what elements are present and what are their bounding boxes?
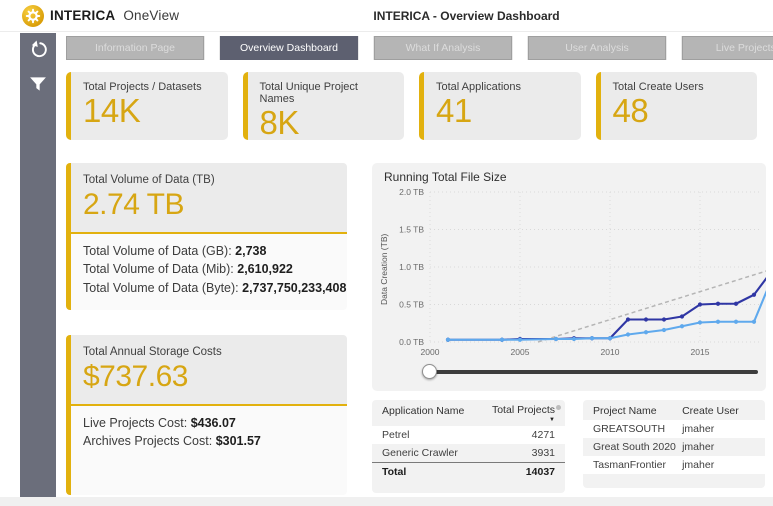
- undo-arrow-icon: [28, 40, 49, 61]
- volume-detail-mib: Total Volume of Data (Mib): 2,610,922: [83, 260, 335, 279]
- kpi-value: 8K: [260, 105, 393, 140]
- cell-total-projects: 4271: [481, 429, 555, 441]
- table-row[interactable]: GREATSOUTH jmaher: [583, 420, 765, 438]
- kpi-total-create-users: Total Create Users 48: [596, 72, 758, 140]
- applications-table: Application Name Total Projects ▼ Petrel…: [372, 400, 565, 493]
- brand-name: INTERICA: [50, 8, 115, 23]
- tab-live-projects[interactable]: Live Projects D: [682, 36, 773, 60]
- cell-create-user: jmaher: [682, 441, 755, 453]
- costs-value: $737.63: [83, 358, 335, 396]
- kpi-total-unique-project-names: Total Unique Project Names 8K: [243, 72, 405, 140]
- kpi-row: Total Projects / Datasets 14K Total Uniq…: [66, 72, 757, 140]
- svg-text:2000: 2000: [421, 347, 440, 357]
- cell-create-user: jmaher: [682, 423, 755, 435]
- sidebar: [20, 33, 56, 497]
- projects-table-header: Project Name Create User: [583, 400, 765, 420]
- costs-panel-top: Total Annual Storage Costs $737.63: [71, 335, 347, 404]
- detail-label: Live Projects Cost:: [83, 416, 187, 430]
- svg-text:1.5 TB: 1.5 TB: [399, 225, 424, 235]
- sort-descending-icon: ▼: [549, 417, 555, 424]
- kpi-value: 14K: [83, 93, 216, 129]
- detail-value: 2,737,750,233,408: [242, 281, 346, 295]
- cell-project-name: GREATSOUTH: [593, 423, 682, 435]
- kpi-value: 48: [613, 93, 746, 129]
- gear-icon: [22, 5, 44, 27]
- app-header: INTERICA OneView INTERICA - Overview Das…: [0, 0, 773, 32]
- column-header-create-user[interactable]: Create User: [682, 405, 755, 417]
- detail-value: 2,610,922: [237, 262, 293, 276]
- svg-text:2010: 2010: [601, 347, 620, 357]
- volume-detail-gb: Total Volume of Data (GB): 2,738: [83, 242, 335, 261]
- cell-total-value: 14037: [481, 466, 555, 478]
- column-header-project-name[interactable]: Project Name: [593, 405, 682, 417]
- column-header-application-name[interactable]: Application Name: [382, 405, 481, 423]
- svg-text:2005: 2005: [511, 347, 530, 357]
- costs-detail-archives: Archives Projects Cost: $301.57: [83, 432, 335, 451]
- detail-label: Total Volume of Data (Byte):: [83, 281, 239, 295]
- cell-total-projects: 3931: [481, 447, 555, 459]
- tab-information-page[interactable]: Information Page: [66, 36, 204, 60]
- table-row[interactable]: Petrel 4271: [372, 426, 565, 444]
- time-range-slider-handle[interactable]: [422, 364, 437, 379]
- detail-label: Total Volume of Data (Mib):: [83, 262, 234, 276]
- running-total-chart-card: Running Total File Size 0.0 TB0.5 TB1.0 …: [372, 163, 766, 391]
- funnel-icon: [28, 74, 48, 94]
- gear-icon-glyph: [23, 6, 43, 26]
- cell-project-name: TasmanFrontier: [593, 459, 682, 471]
- projects-table: Project Name Create User GREATSOUTH jmah…: [583, 400, 765, 488]
- time-range-slider-track[interactable]: [430, 370, 758, 374]
- page-title: INTERICA - Overview Dashboard: [160, 0, 773, 32]
- svg-text:1.0 TB: 1.0 TB: [399, 262, 424, 272]
- detail-label: Archives Projects Cost:: [83, 434, 212, 448]
- svg-text:Data Creation (TB): Data Creation (TB): [379, 234, 389, 305]
- kpi-total-applications: Total Applications 41: [419, 72, 581, 140]
- volume-panel-details: Total Volume of Data (GB): 2,738 Total V…: [71, 234, 347, 311]
- costs-label: Total Annual Storage Costs: [83, 346, 335, 358]
- svg-text:2015: 2015: [691, 347, 710, 357]
- tab-what-if-analysis[interactable]: What If Analysis: [374, 36, 512, 60]
- canvas-bottom-strip: [0, 497, 773, 506]
- detail-label: Total Volume of Data (GB):: [83, 244, 232, 258]
- running-total-line-chart: 0.0 TB 0.5 TB 1.0 TB 1.5 TB 2.0 TB 2000 2005 20…: [372, 163, 766, 361]
- column-header-label: Total Projects: [492, 405, 555, 417]
- volume-label: Total Volume of Data (TB): [83, 174, 335, 186]
- cell-total-label: Total: [382, 466, 481, 478]
- tab-overview-dashboard[interactable]: Overview Dashboard: [220, 36, 358, 60]
- table-row[interactable]: Great South 2020 jmaher: [583, 438, 765, 456]
- volume-panel-top: Total Volume of Data (TB) 2.74 TB: [71, 163, 347, 232]
- column-header-total-projects[interactable]: Total Projects ▼: [481, 405, 555, 423]
- back-button[interactable]: [20, 33, 56, 67]
- volume-detail-byte: Total Volume of Data (Byte): 2,737,750,2…: [83, 279, 335, 298]
- nav-tabs: Information Page Overview Dashboard What…: [66, 36, 773, 60]
- storage-costs-panel: Total Annual Storage Costs $737.63 Live …: [66, 335, 347, 495]
- scrollbar-dot[interactable]: [556, 405, 561, 410]
- cell-application-name: Generic Crawler: [382, 447, 481, 459]
- cell-create-user: jmaher: [682, 459, 755, 471]
- costs-panel-details: Live Projects Cost: $436.07 Archives Pro…: [71, 406, 347, 496]
- detail-value: 2,738: [235, 244, 266, 258]
- table-total-row: Total 14037: [372, 462, 565, 481]
- detail-value: $301.57: [216, 434, 261, 448]
- svg-text:2.0 TB: 2.0 TB: [399, 187, 424, 197]
- kpi-total-projects-datasets: Total Projects / Datasets 14K: [66, 72, 228, 140]
- table-row[interactable]: Generic Crawler 3931: [372, 444, 565, 462]
- svg-text:0.5 TB: 0.5 TB: [399, 300, 424, 310]
- kpi-value: 41: [436, 93, 569, 129]
- cell-project-name: Great South 2020: [593, 441, 682, 453]
- total-volume-panel: Total Volume of Data (TB) 2.74 TB Total …: [66, 163, 347, 310]
- filter-button[interactable]: [20, 67, 56, 101]
- applications-table-header: Application Name Total Projects ▼: [372, 400, 565, 426]
- table-row[interactable]: TasmanFrontier jmaher: [583, 456, 765, 474]
- costs-detail-live: Live Projects Cost: $436.07: [83, 414, 335, 433]
- kpi-label: Total Unique Project Names: [260, 81, 393, 105]
- detail-value: $436.07: [191, 416, 236, 430]
- volume-value: 2.74 TB: [83, 186, 335, 224]
- tab-user-analysis[interactable]: User Analysis: [528, 36, 666, 60]
- cell-application-name: Petrel: [382, 429, 481, 441]
- svg-text:0.0 TB: 0.0 TB: [399, 337, 424, 347]
